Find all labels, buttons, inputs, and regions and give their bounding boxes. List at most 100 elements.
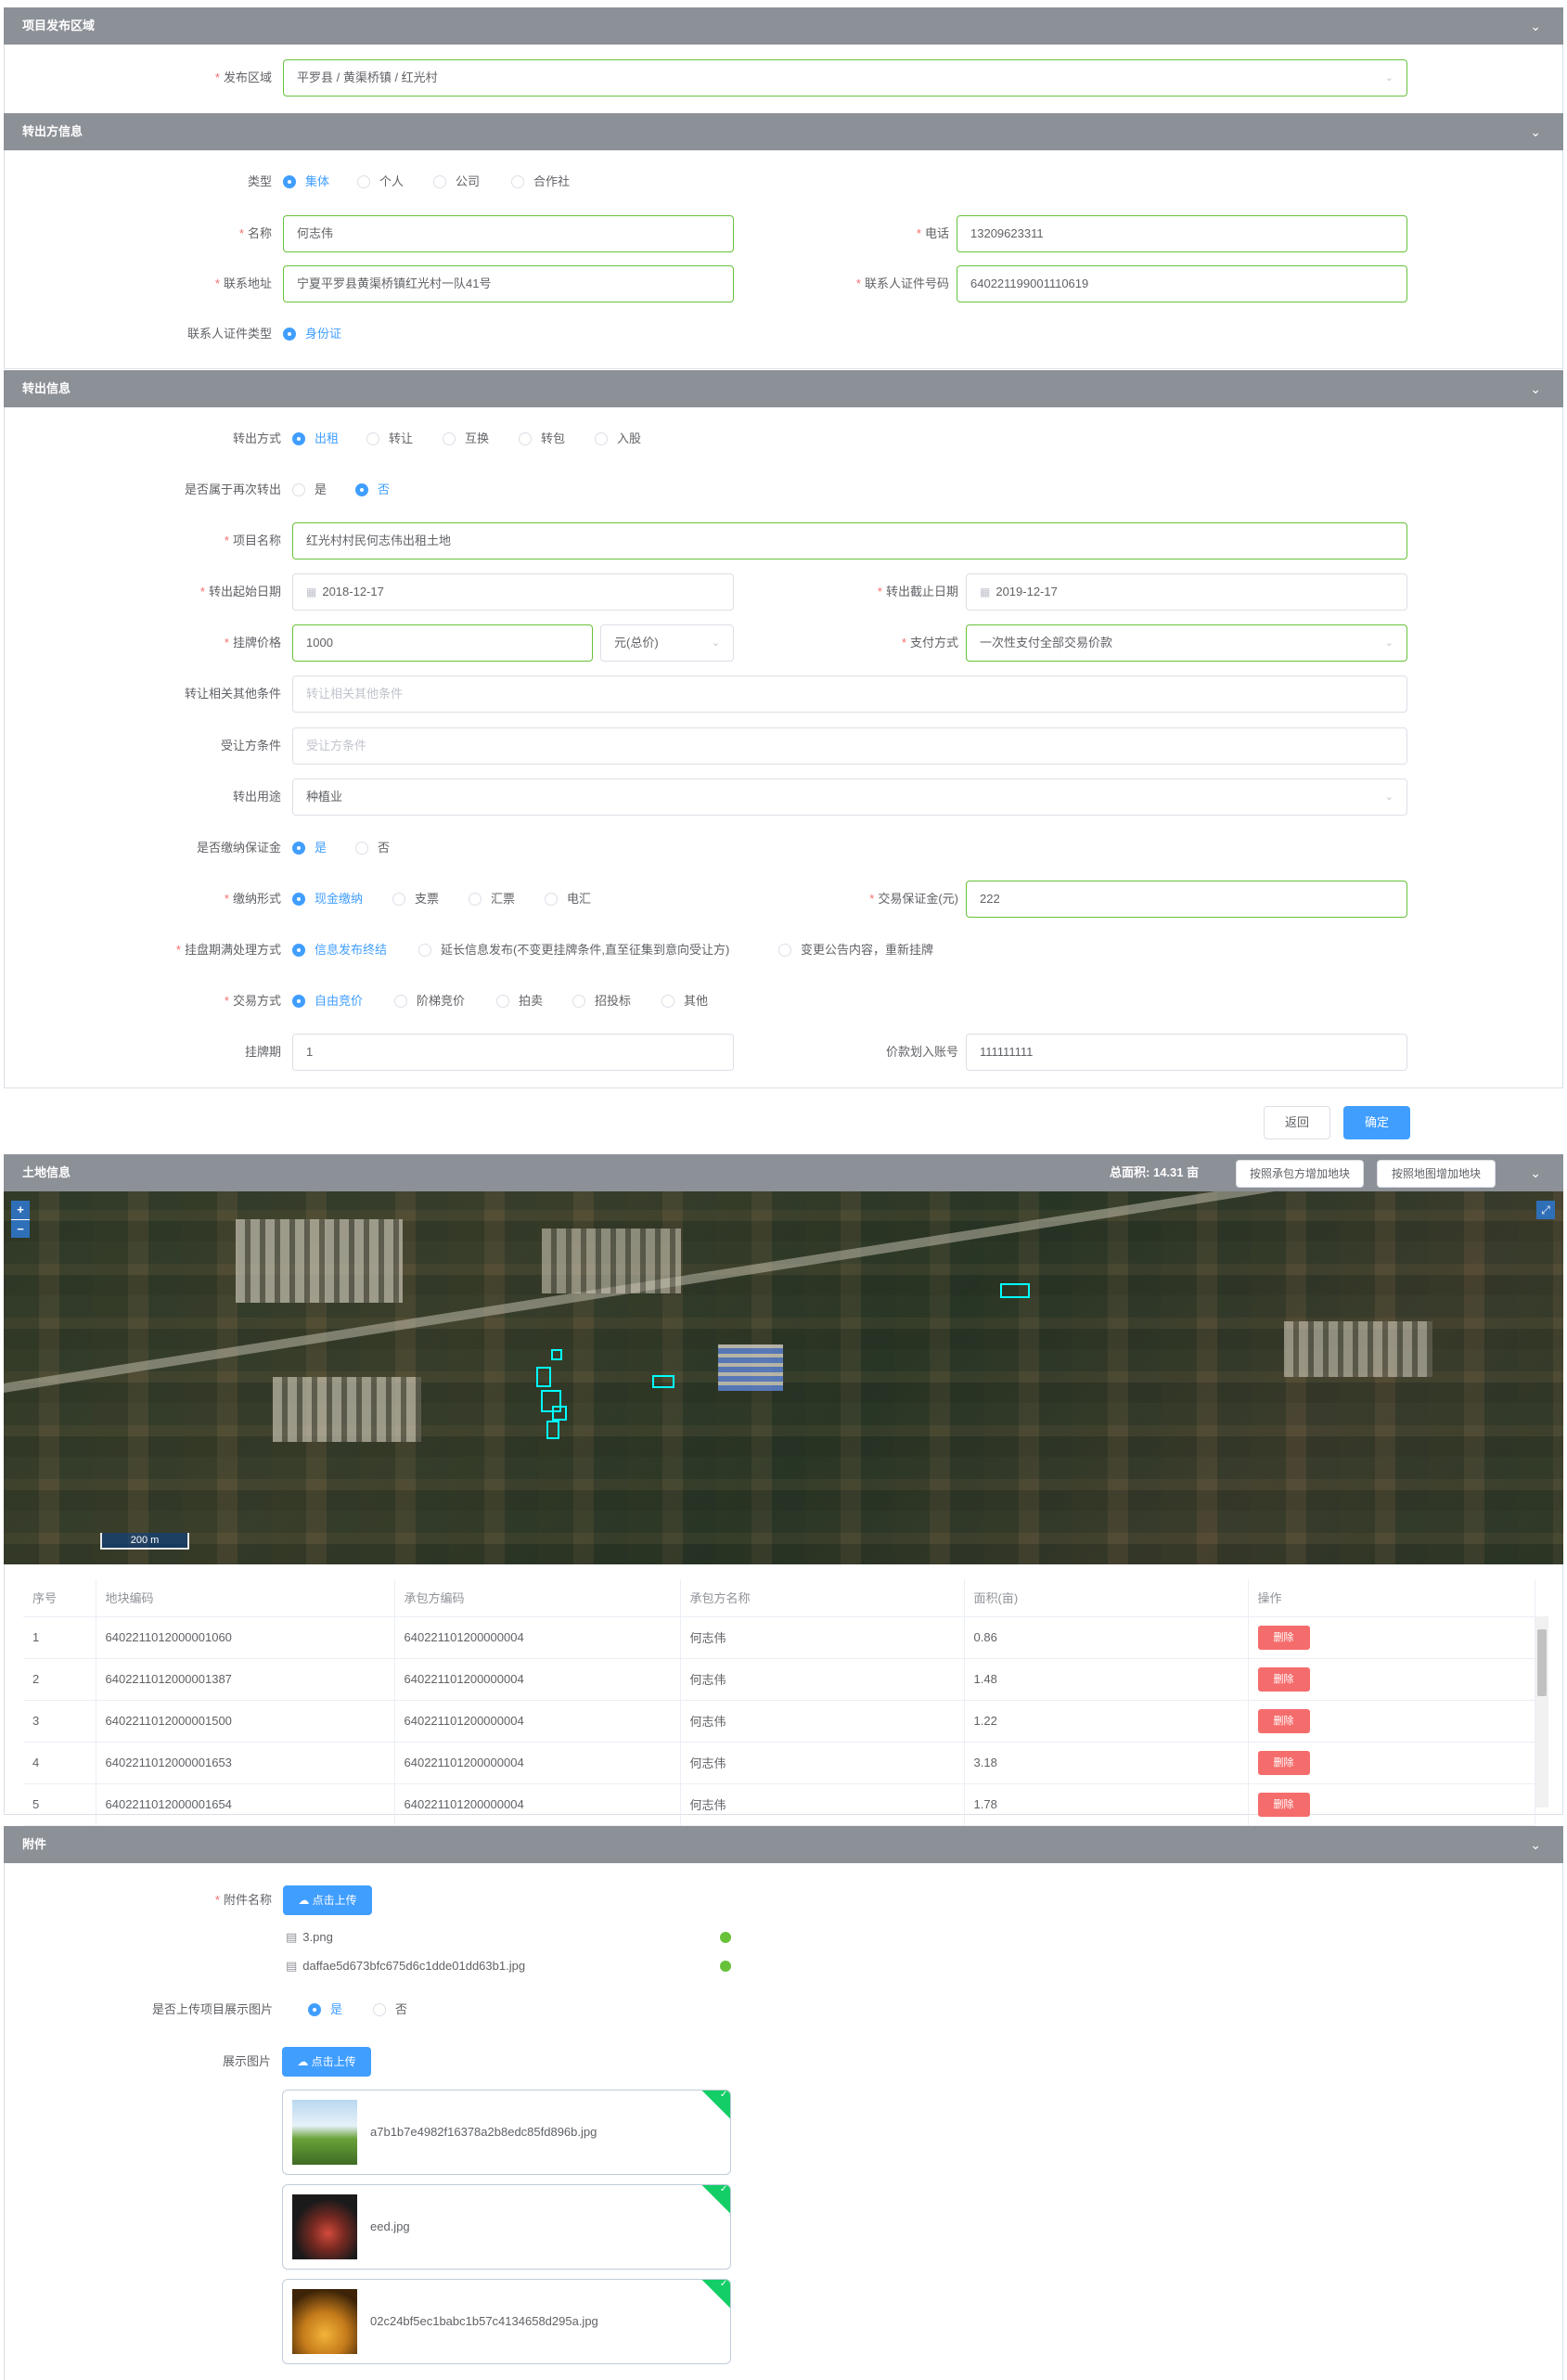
- chevron-down-icon[interactable]: ⌄: [1530, 7, 1541, 45]
- radio-method-exchange[interactable]: 互换: [443, 420, 489, 457]
- radio-show-no[interactable]: 否: [373, 1991, 407, 2028]
- radio-id-type-idcard[interactable]: 身份证: [283, 315, 341, 353]
- radio-trade-step-bid[interactable]: 阶梯竞价: [394, 983, 465, 1020]
- delete-button[interactable]: 删除: [1257, 1666, 1310, 1692]
- land-parcel[interactable]: [546, 1421, 559, 1439]
- section-header-publish-area[interactable]: 项目发布区域 ⌄: [4, 7, 1563, 45]
- chevron-down-icon[interactable]: ⌄: [1530, 370, 1541, 407]
- radio-form-wire[interactable]: 电汇: [545, 881, 591, 918]
- pay-form-label: * 缴纳形式: [224, 892, 281, 906]
- column-header: 承包方编码: [394, 1579, 681, 1617]
- radio-show-yes[interactable]: 是: [308, 1991, 342, 2028]
- radio-trade-other[interactable]: 其他: [661, 983, 708, 1020]
- land-parcel[interactable]: [536, 1367, 551, 1387]
- confirm-button[interactable]: 确定: [1343, 1106, 1410, 1139]
- project-name-field[interactable]: 红光村村民何志伟出租土地: [292, 522, 1407, 560]
- attachment-file-2[interactable]: ▤ daffae5d673bfc675d6c1dde01dd63b1.jpg: [286, 1956, 731, 1976]
- publish-area-cascader[interactable]: 平罗县 / 黄渠桥镇 / 红光村 ⌄: [283, 59, 1407, 96]
- address-field[interactable]: 宁夏平罗县黄渠桥镇红光村一队41号: [283, 265, 734, 302]
- radio-trade-auction[interactable]: 拍卖: [496, 983, 543, 1020]
- phone-label: * 电话: [916, 226, 949, 240]
- table-cell: 6402211012000001654: [96, 1783, 395, 1826]
- radio-expire-extend[interactable]: 延长信息发布(不变更挂牌条件,直至征集到意向受让方): [418, 932, 729, 969]
- name-field[interactable]: 何志伟: [283, 215, 734, 252]
- pay-method-label: * 支付方式: [901, 636, 958, 650]
- phone-field[interactable]: 13209623311: [957, 215, 1407, 252]
- radio-form-cash[interactable]: 现金缴纳: [292, 881, 363, 918]
- table-cell: 640221101200000004: [394, 1658, 681, 1701]
- fullscreen-icon[interactable]: ⤢: [1536, 1201, 1555, 1219]
- table-scrollbar[interactable]: [1535, 1616, 1548, 1808]
- table-cell-actions: 删除: [1248, 1700, 1535, 1743]
- land-parcel[interactable]: [541, 1390, 561, 1412]
- attachment-file-1[interactable]: ▤ 3.png: [286, 1927, 731, 1948]
- section-header-attachments[interactable]: 附件 ⌄: [4, 1826, 1563, 1863]
- account-field[interactable]: 111111111: [966, 1034, 1407, 1071]
- radio-again-no[interactable]: 否: [355, 471, 390, 508]
- end-date-picker[interactable]: ▦ 2019-12-17: [966, 573, 1407, 611]
- id-number-field[interactable]: 640221199001110619: [957, 265, 1407, 302]
- radio-expire-change[interactable]: 变更公告内容，重新挂牌: [778, 932, 933, 969]
- price-field[interactable]: 1000: [292, 624, 593, 662]
- period-field[interactable]: 1: [292, 1034, 734, 1071]
- radio-deposit-yes[interactable]: 是: [292, 830, 327, 867]
- radio-deposit-no[interactable]: 否: [355, 830, 390, 867]
- delete-button[interactable]: 删除: [1257, 1750, 1310, 1775]
- radio-method-lease[interactable]: 出租: [292, 420, 339, 457]
- land-parcel[interactable]: [551, 1349, 562, 1360]
- radio-method-share[interactable]: 入股: [595, 420, 641, 457]
- delete-button[interactable]: 删除: [1257, 1625, 1310, 1650]
- deposit-amount-field[interactable]: 222: [966, 881, 1407, 918]
- zoom-in-button[interactable]: +: [11, 1201, 30, 1219]
- add-by-contractor-button[interactable]: 按照承包方增加地块: [1236, 1160, 1364, 1188]
- zoom-out-button[interactable]: −: [11, 1220, 30, 1238]
- price-unit-select[interactable]: 元(总价) ⌄: [600, 624, 734, 662]
- deposit-label: 是否缴纳保证金: [196, 841, 281, 855]
- image-card-2[interactable]: eed.jpg ✓: [282, 2184, 731, 2270]
- chevron-down-icon[interactable]: ⌄: [1530, 1154, 1541, 1191]
- zoom-control: + −: [11, 1201, 30, 1238]
- radio-form-check[interactable]: 支票: [392, 881, 439, 918]
- radio-type-collective[interactable]: 集体: [283, 163, 329, 200]
- table-cell: 6402211012000001653: [96, 1742, 395, 1784]
- upload-attachment-button[interactable]: ☁ 点击上传: [283, 1885, 372, 1915]
- radio-trade-tender[interactable]: 招投标: [572, 983, 631, 1020]
- radio-type-individual[interactable]: 个人: [357, 163, 404, 200]
- image-card-3[interactable]: 02c24bf5ec1babc1b57c4134658d295a.jpg ✓: [282, 2279, 731, 2364]
- pay-method-select[interactable]: 一次性支付全部交易价款 ⌄: [966, 624, 1407, 662]
- satellite-map[interactable]: + − ⤢ 200 m: [4, 1191, 1563, 1564]
- radio-method-transfer[interactable]: 转让: [366, 420, 413, 457]
- radio-expire-end[interactable]: 信息发布终结: [292, 932, 387, 969]
- chevron-down-icon[interactable]: ⌄: [1530, 1826, 1541, 1863]
- table-cell: 3: [23, 1700, 96, 1743]
- scrollbar-thumb[interactable]: [1537, 1629, 1547, 1696]
- chevron-down-icon[interactable]: ⌄: [1530, 113, 1541, 150]
- upload-image-button[interactable]: ☁ 点击上传: [282, 2047, 371, 2077]
- image-card-1[interactable]: a7b1b7e4982f16378a2b8edc85fd896b.jpg ✓: [282, 2090, 731, 2175]
- radio-trade-free-bid[interactable]: 自由竞价: [292, 983, 363, 1020]
- table-cell: 3.18: [964, 1742, 1249, 1784]
- table-cell: 1.22: [964, 1700, 1249, 1743]
- radio-type-company[interactable]: 公司: [433, 163, 480, 200]
- chevron-down-icon: ⌄: [1384, 637, 1394, 649]
- receiver-conditions-field[interactable]: 受让方条件: [292, 727, 1407, 765]
- radio-again-yes[interactable]: 是: [292, 471, 327, 508]
- use-select[interactable]: 种植业 ⌄: [292, 778, 1407, 816]
- add-by-map-button[interactable]: 按照地图增加地块: [1377, 1160, 1496, 1188]
- section-header-transfer[interactable]: 转出信息 ⌄: [4, 370, 1563, 407]
- other-conditions-field[interactable]: 转让相关其他条件: [292, 675, 1407, 713]
- table-cell: 640221101200000004: [394, 1616, 681, 1659]
- section-header-transferor[interactable]: 转出方信息 ⌄: [4, 113, 1563, 150]
- land-parcel[interactable]: [1000, 1283, 1030, 1298]
- table-cell: 640221101200000004: [394, 1742, 681, 1784]
- delete-button[interactable]: 删除: [1257, 1792, 1310, 1817]
- image-thumbnail: [292, 2194, 357, 2259]
- delete-button[interactable]: 删除: [1257, 1708, 1310, 1733]
- radio-type-cooperative[interactable]: 合作社: [511, 163, 570, 200]
- radio-method-sublease[interactable]: 转包: [519, 420, 565, 457]
- type-label: 类型: [247, 174, 272, 188]
- back-button[interactable]: 返回: [1264, 1106, 1330, 1139]
- start-date-picker[interactable]: ▦ 2018-12-17: [292, 573, 734, 611]
- land-parcel[interactable]: [652, 1375, 674, 1388]
- radio-form-draft[interactable]: 汇票: [469, 881, 515, 918]
